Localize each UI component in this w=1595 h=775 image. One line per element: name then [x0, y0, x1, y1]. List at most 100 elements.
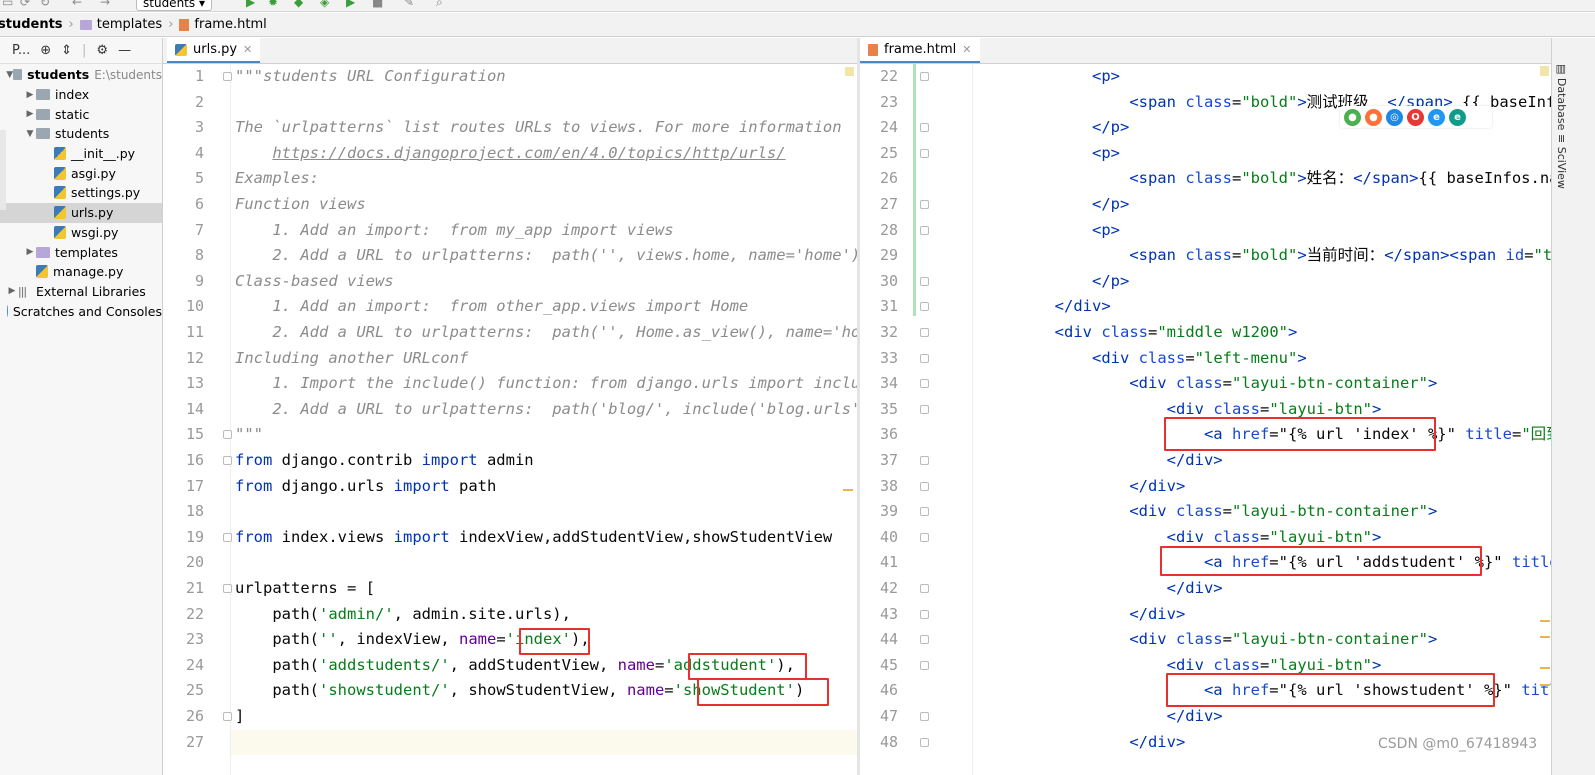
search-icon[interactable]: ⌕: [436, 0, 443, 10]
right-code-editor[interactable]: 22 23 24 25 26 27 28 29 30 31 32 33 34 35 36 37 38 39 40 41…: [860, 64, 1551, 775]
tree-item[interactable]: settings.py: [0, 183, 162, 203]
tree-item[interactable]: ▶ static: [0, 104, 162, 124]
tree-item[interactable]: ▶ ||| External Libraries: [0, 282, 162, 302]
tree-item[interactable]: ▶ templates: [0, 242, 162, 262]
tree-item[interactable]: urls.py: [0, 202, 162, 223]
fold-icon[interactable]: [920, 276, 929, 286]
sciview-label: SciView: [1555, 146, 1568, 189]
sciview-tool-label[interactable]: ≡ SciView: [1555, 134, 1568, 189]
chevron-right-icon[interactable]: ▶: [6, 286, 18, 296]
line-number: 4: [194, 143, 204, 162]
save-icon[interactable]: ▭: [2, 0, 13, 9]
firefox-icon[interactable]: ●: [1365, 108, 1382, 126]
tree-item[interactable]: ▶ index: [0, 85, 162, 105]
tree-item[interactable]: Scratches and Consoles: [0, 301, 162, 321]
locate-icon[interactable]: ⊕: [40, 43, 51, 58]
breadcrumb-project[interactable]: students: [0, 17, 63, 32]
left-code-editor[interactable]: 1 2 3 4 5 6 7 8 9 10 11 12 13 14 15 16 17 18 19 20 21 22 23 24 2…: [163, 64, 857, 775]
breadcrumb: students › templates › frame.html: [0, 13, 1595, 37]
fold-icon[interactable]: [920, 481, 929, 491]
safari-icon[interactable]: ◎: [1386, 108, 1403, 126]
chevron-right-icon[interactable]: ▶: [24, 90, 36, 100]
project-panel-header: P... ⊕ ⇕ | ⚙ —: [0, 38, 162, 64]
fold-icon[interactable]: [223, 430, 232, 440]
minimize-icon[interactable]: —: [118, 43, 131, 58]
tab-urls-py[interactable]: urls.py ✕: [167, 38, 261, 63]
line-number: 23: [879, 92, 898, 111]
breadcrumb-folder[interactable]: templates: [79, 17, 162, 32]
coverage-icon[interactable]: ◆: [294, 0, 303, 9]
profile-icon[interactable]: ◈: [320, 0, 329, 9]
fold-icon[interactable]: [920, 507, 929, 517]
stop-icon[interactable]: ■: [372, 0, 383, 9]
ie-icon[interactable]: e: [1428, 108, 1445, 126]
fold-icon[interactable]: [920, 737, 929, 747]
fold-icon[interactable]: [920, 379, 929, 389]
tree-item[interactable]: wsgi.py: [0, 223, 162, 243]
fold-icon[interactable]: [223, 532, 232, 542]
refresh-icon[interactable]: ↻: [40, 0, 50, 9]
fold-icon[interactable]: [920, 200, 929, 209]
chevron-right-icon[interactable]: ▶: [24, 109, 36, 119]
tree-item[interactable]: __init__.py: [0, 144, 162, 164]
libraries-icon: |||: [18, 284, 27, 298]
tree-item[interactable]: manage.py: [0, 262, 162, 282]
fold-icon[interactable]: [920, 609, 929, 619]
line-number: 25: [185, 681, 204, 700]
project-panel-title[interactable]: P...: [12, 43, 30, 58]
fold-icon[interactable]: [920, 328, 929, 337]
line-number: 8: [194, 246, 204, 265]
chevron-right-icon[interactable]: ▶: [24, 247, 36, 257]
tree-item-label: __init__.py: [71, 146, 136, 162]
fold-icon[interactable]: [223, 584, 232, 593]
run-icon[interactable]: ▶: [246, 0, 255, 9]
database-tool-label[interactable]: ▤ Database: [1555, 64, 1568, 130]
forward-icon[interactable]: →: [100, 0, 110, 9]
breadcrumb-file[interactable]: frame.html: [179, 17, 267, 32]
fold-icon[interactable]: [920, 148, 929, 158]
line-number: 9: [194, 271, 204, 290]
fold-icon[interactable]: [223, 72, 232, 81]
run-config-selector[interactable]: students ▾: [136, 0, 212, 11]
python-file-icon: [54, 186, 66, 200]
close-icon[interactable]: ✕: [243, 43, 252, 56]
fold-icon[interactable]: [920, 635, 929, 645]
line-number: 13: [185, 374, 204, 393]
line-number: 37: [879, 451, 898, 469]
tree-item[interactable]: ▼ students: [0, 124, 162, 144]
tree-item-label: index: [55, 87, 90, 103]
back-icon[interactable]: ←: [72, 0, 82, 9]
line-number: 44: [879, 630, 898, 649]
fold-icon[interactable]: [920, 72, 929, 81]
chevron-down-icon[interactable]: ▼: [6, 70, 13, 80]
fold-icon[interactable]: [920, 353, 929, 363]
edge-icon[interactable]: e: [1449, 108, 1466, 126]
fold-icon[interactable]: [920, 456, 929, 465]
tree-item[interactable]: ▼ students E:\students: [0, 65, 162, 85]
gear-icon[interactable]: ⚙: [96, 43, 108, 58]
fold-icon[interactable]: [920, 123, 929, 133]
tree-item[interactable]: asgi.py: [0, 163, 162, 183]
fold-icon[interactable]: [920, 584, 929, 593]
build-icon[interactable]: ▶: [346, 0, 355, 9]
fold-icon[interactable]: [223, 712, 232, 721]
fold-icon[interactable]: [223, 456, 232, 465]
highlight-box-url-showstudent: [1166, 673, 1495, 707]
tool-icon[interactable]: ✎: [404, 0, 414, 9]
collapse-icon[interactable]: ⇕: [61, 43, 72, 58]
debug-icon[interactable]: ✹: [268, 0, 278, 9]
fold-icon[interactable]: [920, 660, 929, 670]
fold-icon[interactable]: [920, 302, 929, 312]
opera-icon[interactable]: O: [1407, 108, 1424, 126]
fold-icon[interactable]: [920, 404, 929, 414]
fold-icon[interactable]: [920, 712, 929, 721]
sync-icon[interactable]: ⟳: [20, 0, 30, 9]
code-line: Class-based views: [235, 271, 394, 290]
line-number: 35: [879, 399, 898, 418]
fold-icon[interactable]: [920, 225, 929, 235]
close-icon[interactable]: ✕: [962, 43, 971, 56]
chrome-icon[interactable]: ●: [1344, 108, 1361, 126]
fold-icon[interactable]: [920, 532, 929, 542]
chevron-down-icon[interactable]: ▼: [24, 129, 36, 139]
tab-frame-html[interactable]: frame.html ✕: [860, 38, 980, 63]
